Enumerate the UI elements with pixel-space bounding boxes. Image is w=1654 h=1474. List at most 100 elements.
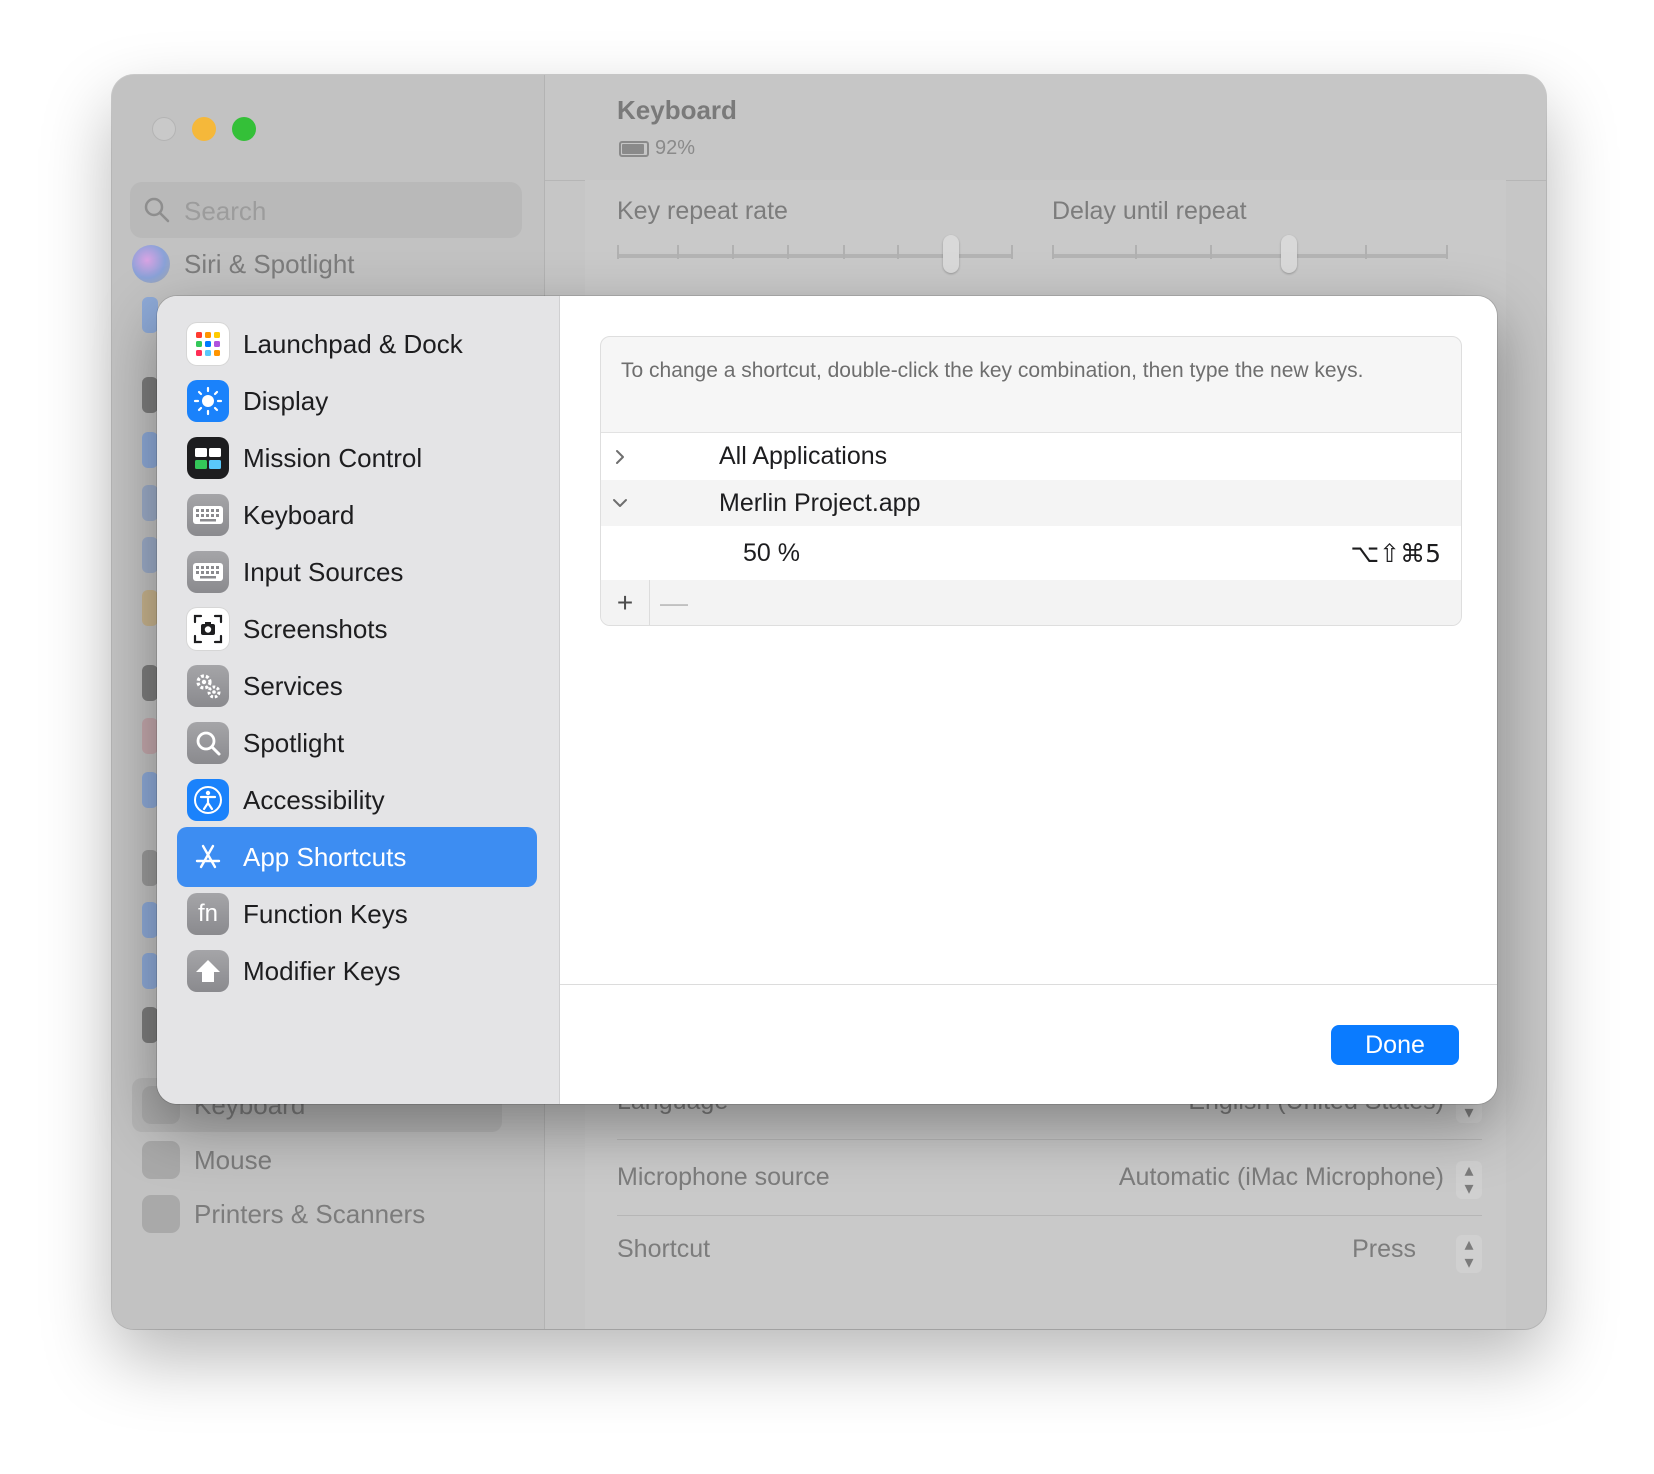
sidebar-item-label: Function Keys	[243, 898, 408, 929]
sidebar-item-label: Screenshots	[243, 613, 388, 644]
group-row-merlin-project[interactable]: Merlin Project.app	[601, 480, 1461, 526]
sidebar-item-keyboard[interactable]: Keyboard	[177, 485, 537, 545]
gear-icon	[187, 665, 229, 707]
delay-until-repeat-label: Delay until repeat	[1052, 197, 1247, 225]
launchpad-icon	[187, 323, 229, 365]
delay-until-repeat-slider[interactable]	[1052, 254, 1448, 258]
partial-icon	[142, 850, 158, 886]
chevron-down-icon[interactable]	[611, 494, 629, 512]
sidebar-item-mission-control[interactable]: Mission Control	[177, 428, 537, 488]
modifier-key-icon	[187, 950, 229, 992]
input-sources-icon	[187, 551, 229, 593]
keyboard-shortcuts-sheet: Launchpad & Dock Display Mission Control…	[157, 296, 1497, 1104]
sidebar-item-label: Keyboard	[243, 499, 355, 530]
siri-icon	[132, 245, 170, 283]
search-icon	[144, 197, 170, 223]
partial-icon	[142, 590, 158, 626]
sidebar-item-label: Mission Control	[243, 442, 423, 473]
sidebar-item-display[interactable]: Display	[177, 371, 537, 431]
partial-icon	[142, 772, 158, 808]
sidebar-item-label: Spotlight	[243, 727, 345, 758]
close-button[interactable]	[152, 117, 176, 141]
accessibility-icon	[187, 779, 229, 821]
shortcut-label: Shortcut	[617, 1235, 711, 1263]
keyboard-icon	[187, 494, 229, 536]
chevron-updown-icon[interactable]: ▴▾	[1456, 1235, 1482, 1273]
mission-control-icon	[187, 437, 229, 479]
sidebar-item-screenshots[interactable]: Screenshots	[177, 599, 537, 659]
sidebar-item-label: Accessibility	[243, 784, 385, 815]
microphone-source-label: Microphone source	[617, 1163, 830, 1191]
partial-icon	[142, 432, 158, 468]
partial-icon	[142, 377, 158, 413]
sidebar-item-accessibility[interactable]: Accessibility	[177, 770, 537, 830]
shortcut-keys[interactable]: ⌥⇧⌘5	[1350, 539, 1441, 568]
page-title: Keyboard	[617, 95, 737, 125]
partial-icon	[142, 1007, 158, 1043]
divider	[617, 1215, 1482, 1216]
sidebar-item-label: Siri & Spotlight	[184, 248, 355, 279]
partial-icon	[142, 297, 158, 333]
divider	[617, 1139, 1482, 1140]
sidebar-item-label: Modifier Keys	[243, 955, 401, 986]
sidebar-item-modifier-keys[interactable]: Modifier Keys	[177, 941, 537, 1001]
group-name: All Applications	[719, 442, 888, 470]
sidebar-item-services[interactable]: Services	[177, 656, 537, 716]
shortcuts-content: To change a shortcut, double-click the k…	[560, 296, 1497, 984]
partial-icon	[142, 537, 158, 573]
sidebar-item-label: Printers & Scanners	[194, 1198, 426, 1229]
minimize-button[interactable]	[192, 117, 216, 141]
battery-icon	[619, 140, 649, 157]
partial-icon	[142, 953, 158, 989]
sidebar-item-label: App Shortcuts	[243, 841, 407, 872]
main-header: Keyboard 92%	[545, 75, 1546, 181]
shortcuts-box: To change a shortcut, double-click the k…	[600, 336, 1462, 626]
partial-icon	[142, 902, 158, 938]
sidebar-item-label: Input Sources	[243, 556, 404, 587]
add-shortcut-button[interactable]: +	[601, 580, 650, 625]
shortcuts-list: All Applications Merlin Project.app 50 %…	[601, 432, 1461, 582]
partial-icon	[142, 665, 158, 701]
sidebar-item-launchpad-dock[interactable]: Launchpad & Dock	[177, 314, 537, 374]
battery-level: 92%	[655, 137, 696, 159]
search-field[interactable]	[130, 182, 522, 238]
sidebar-item-printers-scanners[interactable]: Printers & Scanners	[132, 1187, 425, 1241]
done-button[interactable]: Done	[1331, 1025, 1459, 1065]
sidebar-item-label: Services	[243, 670, 343, 701]
shortcuts-hint: To change a shortcut, double-click the k…	[621, 359, 1364, 382]
chevron-updown-icon[interactable]: ▴▾	[1456, 1161, 1482, 1199]
sidebar-item-siri-spotlight[interactable]: Siri & Spotlight	[132, 237, 355, 291]
screenshot-icon	[187, 608, 229, 650]
sidebar-item-input-sources[interactable]: Input Sources	[177, 542, 537, 602]
search-input[interactable]	[182, 190, 506, 232]
sidebar-item-label: Mouse	[194, 1144, 273, 1175]
zoom-button[interactable]	[232, 117, 256, 141]
shortcut-row[interactable]: 50 % ⌥⇧⌘5	[601, 526, 1461, 581]
shortcut-menu-title: 50 %	[743, 539, 800, 567]
partial-icon	[142, 485, 158, 521]
microphone-source-value[interactable]: Automatic (iMac Microphone)	[1119, 1163, 1444, 1192]
fn-icon: fn	[187, 893, 229, 935]
display-icon	[187, 380, 229, 422]
chevron-right-icon[interactable]	[611, 448, 629, 466]
sidebar-item-app-shortcuts[interactable]: App Shortcuts	[177, 827, 537, 887]
sidebar-item-label: Launchpad & Dock	[243, 328, 463, 359]
remove-shortcut-button[interactable]: —	[650, 580, 698, 625]
key-repeat-rate-label: Key repeat rate	[617, 197, 788, 225]
battery-status: 92%	[619, 137, 695, 160]
group-name: Merlin Project.app	[719, 489, 921, 517]
delay-until-repeat-knob[interactable]	[1281, 235, 1297, 273]
key-repeat-rate-knob[interactable]	[943, 235, 959, 273]
group-row-all-applications[interactable]: All Applications	[601, 433, 1461, 480]
spotlight-icon	[187, 722, 229, 764]
sidebar-item-function-keys[interactable]: fn Function Keys	[177, 884, 537, 944]
sidebar-item-label: Display	[243, 385, 329, 416]
sidebar-item-mouse[interactable]: Mouse	[132, 1133, 272, 1187]
list-toolbar: + —	[601, 580, 1461, 625]
partial-icon	[142, 718, 158, 754]
shortcut-value[interactable]: Press	[1352, 1235, 1416, 1264]
app-store-icon	[187, 836, 229, 878]
sheet-footer: Done	[560, 984, 1497, 1104]
printer-icon	[142, 1195, 180, 1233]
sidebar-item-spotlight[interactable]: Spotlight	[177, 713, 537, 773]
